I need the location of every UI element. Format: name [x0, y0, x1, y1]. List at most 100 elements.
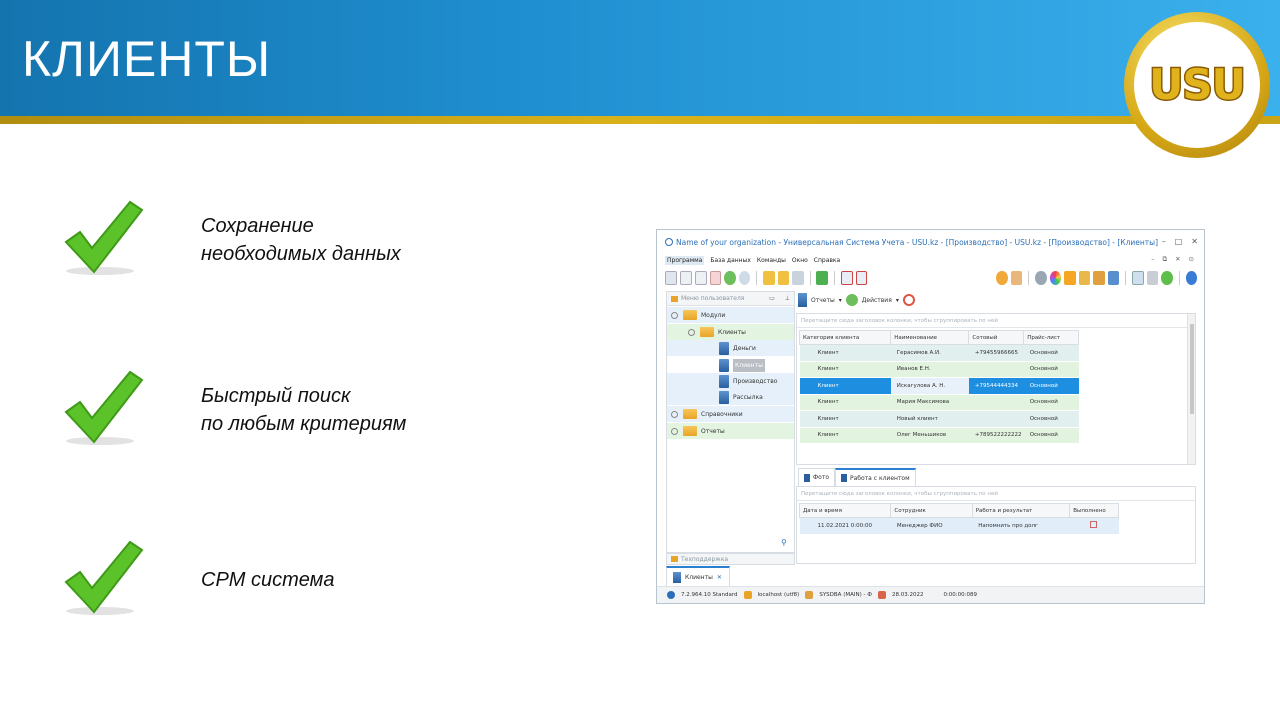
- pin-panel-icon[interactable]: ⊥: [785, 295, 790, 302]
- expand-icon[interactable]: [671, 427, 678, 435]
- column-header[interactable]: Прайс-лист: [1023, 330, 1079, 345]
- tree-label: Клиенты: [735, 361, 763, 369]
- tree-item-reports[interactable]: Отчеты: [667, 423, 794, 439]
- maximize-icon[interactable]: □: [1175, 237, 1183, 246]
- tree-item-production[interactable]: Производство: [667, 373, 794, 389]
- folder-icon: [671, 295, 678, 302]
- close-window-icon[interactable]: [840, 271, 853, 285]
- expand-icon[interactable]: [671, 410, 678, 418]
- tree-label-selected: Клиенты: [733, 358, 765, 372]
- vertical-scrollbar[interactable]: [1187, 314, 1195, 464]
- chevron-down-icon[interactable]: ▾: [839, 297, 842, 304]
- mdi-close-icon[interactable]: ✕: [1175, 255, 1180, 264]
- collapse-icon[interactable]: [688, 328, 695, 336]
- info-icon[interactable]: [1185, 271, 1198, 285]
- calendar-icon[interactable]: [1010, 271, 1023, 285]
- cell: 11.02.2021 0:00:00: [799, 517, 891, 535]
- folder-icon: [683, 409, 697, 419]
- checkmark-icon: [58, 198, 148, 278]
- mdi-help-icon[interactable]: ⊙: [1189, 255, 1194, 264]
- gear-icon[interactable]: [1035, 271, 1047, 285]
- column-header[interactable]: Дата и время: [798, 503, 892, 518]
- close-icon[interactable]: ✕: [1191, 237, 1198, 246]
- tree-label: Производство: [733, 377, 778, 385]
- rss-icon[interactable]: [1064, 271, 1076, 285]
- export-icon[interactable]: [1161, 271, 1173, 285]
- client-work-grid: Перетащите сюда заголовок колонки, чтобы…: [796, 486, 1196, 564]
- column-header[interactable]: Работа и результат: [971, 503, 1071, 518]
- copy-icon[interactable]: [679, 271, 692, 285]
- close-tab-icon[interactable]: ✕: [717, 574, 722, 581]
- table-row[interactable]: 11.02.2021 0:00:00 Менеджер ФИО Напомнит…: [799, 517, 1119, 535]
- minimize-icon[interactable]: –: [1162, 237, 1166, 246]
- new-doc-icon[interactable]: [665, 271, 677, 285]
- table-row[interactable]: Клиент Мария Максимова Основной: [799, 394, 1079, 411]
- clock-icon[interactable]: [902, 294, 915, 306]
- actions-icon: [845, 294, 858, 306]
- delete-icon[interactable]: [709, 271, 722, 285]
- tree-item-modules[interactable]: Модули: [667, 307, 794, 323]
- filter-add-icon[interactable]: [777, 271, 790, 285]
- table-row[interactable]: Клиент Олег Меньшиков +789522222222 Осно…: [799, 427, 1079, 444]
- search-icon[interactable]: ⚲: [781, 538, 787, 547]
- tab-photo[interactable]: Фото: [798, 468, 836, 486]
- reports-button[interactable]: Отчеты: [811, 297, 835, 304]
- menu-commands[interactable]: Команды: [757, 257, 786, 264]
- float-icon[interactable]: ▭: [769, 295, 775, 302]
- doc-tab-clients[interactable]: Клиенты ✕: [666, 566, 730, 586]
- table-row[interactable]: Клиент Новый клиент Основной: [799, 410, 1079, 428]
- color-icon[interactable]: [1049, 271, 1062, 285]
- users-icon[interactable]: [1093, 271, 1105, 285]
- folder-icon: [683, 310, 697, 320]
- tree-item-mailing[interactable]: Рассылка: [667, 389, 794, 405]
- lock-icon[interactable]: [1078, 271, 1091, 285]
- tree-item-clients[interactable]: Клиенты: [667, 324, 794, 340]
- column-header[interactable]: Сотовый: [968, 330, 1025, 345]
- column-header[interactable]: Наименование: [890, 330, 970, 345]
- cell: Новый клиент: [890, 410, 969, 428]
- tab-client-work[interactable]: Работа с клиентом: [835, 468, 916, 486]
- table-row[interactable]: Клиент Иванов Е.Н. Основной: [799, 361, 1079, 378]
- table-row[interactable]: Клиент Герасимов А.И. +79455966665 Основ…: [799, 344, 1079, 362]
- mdi-minimize-icon[interactable]: –: [1151, 255, 1154, 264]
- cell: Герасимов А.И.: [890, 344, 969, 362]
- flag-icon[interactable]: [816, 271, 828, 285]
- cell: Иванов Е.Н.: [890, 361, 969, 378]
- pin-icon[interactable]: [996, 271, 1008, 285]
- close-all-icon[interactable]: [855, 271, 868, 285]
- table-icon[interactable]: [1131, 271, 1144, 285]
- column-header[interactable]: Сотрудник: [890, 503, 973, 518]
- menu-database[interactable]: База данных: [710, 257, 751, 264]
- user-menu-header: Меню пользователя ▭ ⊥: [667, 292, 794, 306]
- table-row-selected[interactable]: Клиент Искагулова А. Н. +79544444334 Осн…: [799, 377, 1079, 395]
- filter-settings-icon[interactable]: [792, 271, 804, 285]
- tree-item-reference[interactable]: Справочники: [667, 406, 794, 422]
- collapse-icon[interactable]: [671, 311, 678, 319]
- app-window: Name of your organization - Универсальна…: [656, 229, 1205, 604]
- menu-window[interactable]: Окно: [792, 257, 808, 264]
- plug-icon[interactable]: [1107, 271, 1120, 285]
- feature-1: Сохранение необходимых данных: [201, 215, 401, 265]
- print-icon[interactable]: [1146, 271, 1159, 285]
- cell: +79544444334: [968, 377, 1024, 395]
- refresh-icon[interactable]: [724, 271, 736, 285]
- tree-label: Отчеты: [701, 427, 725, 435]
- mdi-restore-icon[interactable]: ⧉: [1162, 255, 1167, 264]
- actions-button[interactable]: Действия: [862, 297, 892, 304]
- column-header[interactable]: Выполнено: [1069, 503, 1119, 518]
- column-header[interactable]: Категория клиента: [798, 330, 892, 345]
- cell: Основной: [1023, 377, 1079, 395]
- tree-label: Клиенты: [718, 328, 746, 336]
- tree-item-money[interactable]: Деньги: [667, 340, 794, 356]
- cell: Клиент: [799, 361, 891, 378]
- menu-help[interactable]: Справка: [814, 257, 840, 264]
- edit-icon[interactable]: [694, 271, 707, 285]
- menu-program[interactable]: Программа: [665, 255, 705, 265]
- filter-icon[interactable]: [763, 271, 775, 285]
- clients-table: Категория клиента Наименование Сотовый П…: [798, 330, 1079, 444]
- tree-item-clients-sub[interactable]: Клиенты: [719, 357, 794, 373]
- chevron-down-icon[interactable]: ▾: [896, 297, 899, 304]
- done-checkbox[interactable]: [1089, 521, 1097, 529]
- search-icon[interactable]: [738, 271, 751, 285]
- book-icon: [798, 293, 807, 307]
